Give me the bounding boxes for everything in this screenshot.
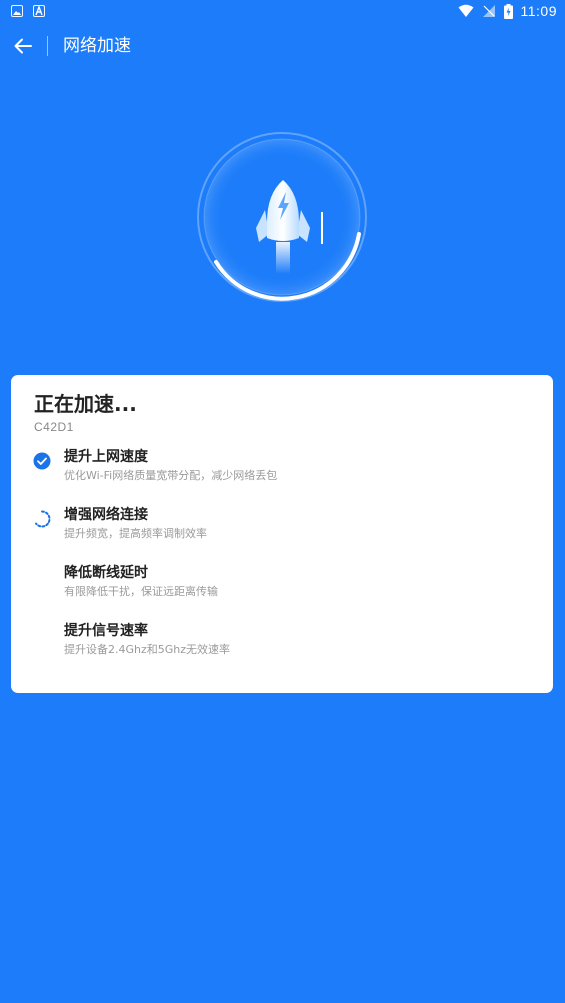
device-id: C42D1 [34,420,74,434]
app-header: 网络加速 [0,32,565,60]
step-item: 降低断线延时 有限降低干扰，保证远距离传输 [11,564,553,604]
status-time: 11:09 [520,3,557,19]
signal-icon [482,5,495,17]
step-item: 提升信号速率 提升设备2.4Ghz和5Ghz无效速率 [11,622,553,662]
status-bar: 11:09 [0,0,565,24]
step-title: 增强网络连接 [64,507,148,523]
step-title: 提升上网速度 [64,449,148,465]
step-description: 提升设备2.4Ghz和5Ghz无效速率 [64,643,231,656]
rocket-progress-illustration [195,130,370,305]
header-divider [47,36,48,56]
back-button[interactable] [12,35,34,57]
step-item: 提升上网速度 优化Wi-Fi网络质量宽带分配，减少网络丢包 [11,448,553,488]
back-arrow-icon [14,38,32,54]
step-description: 优化Wi-Fi网络质量宽带分配，减少网络丢包 [64,469,278,482]
font-notification-icon [33,5,45,17]
step-description: 提升频宽，提高频率调制效率 [64,527,207,540]
image-notification-icon [11,5,23,17]
step-item: 增强网络连接 提升频宽，提高频率调制效率 [11,506,553,546]
step-description: 有限降低干扰，保证远距离传输 [64,585,218,598]
page-title: 网络加速 [63,36,131,56]
check-circle-icon [33,452,51,470]
step-title: 降低断线延时 [64,565,148,581]
card-title: 正在加速... [34,392,137,416]
loading-spinner-icon [33,510,51,528]
status-bar-right: 11:09 [458,3,558,19]
status-bar-left [11,5,45,17]
wifi-icon [458,4,473,17]
step-title: 提升信号速率 [64,623,148,639]
battery-charging-icon [503,3,513,19]
acceleration-card: 正在加速... C42D1 提升上网速度 优化Wi-Fi网络质量宽带分配，减少网… [11,375,553,693]
